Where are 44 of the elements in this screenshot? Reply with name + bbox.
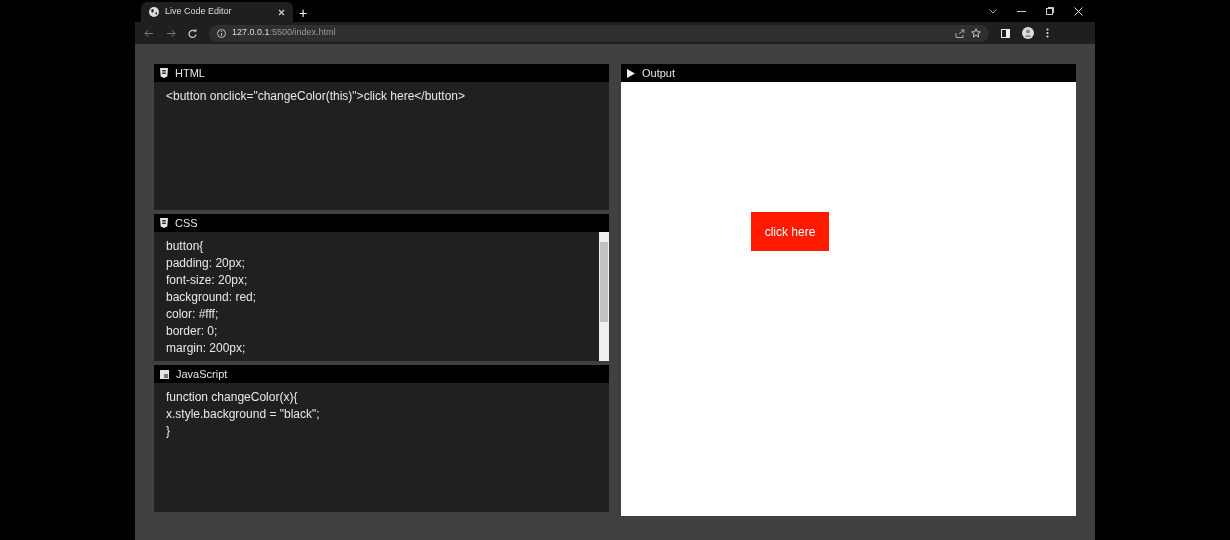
code-line: color: #fff;: [166, 306, 220, 323]
restore-icon[interactable]: [1046, 7, 1054, 15]
code-editor[interactable]: button{ padding: 20px; font-size: 20px; background: red; color: #fff; border: 0; margin: 200px;: [154, 232, 609, 361]
editor-title: HTML: [175, 65, 205, 81]
back-icon[interactable]: [144, 28, 154, 38]
code-line: font-size: 20px;: [166, 272, 249, 289]
preview-button[interactable]: click here: [751, 212, 829, 251]
editor-title: JavaScript: [176, 366, 228, 382]
shield-icon: [160, 218, 168, 228]
close-icon[interactable]: [278, 8, 285, 16]
code-line: button{: [166, 238, 205, 255]
forward-icon[interactable]: [166, 28, 176, 38]
tab-title: Live Code Editor: [165, 5, 233, 19]
code-editor[interactable]: function changeColor(x){ x.style.background = "black"; }: [154, 383, 609, 512]
js-file-icon: [160, 369, 169, 379]
chevron-down-icon[interactable]: [989, 8, 997, 14]
editor-title: CSS: [175, 215, 198, 231]
code-line: border: 0;: [166, 323, 219, 340]
share-icon[interactable]: [955, 28, 965, 38]
globe-icon: [149, 7, 159, 17]
code-line: }: [166, 423, 171, 440]
side-panel-icon[interactable]: [1001, 28, 1010, 38]
shield-icon: [160, 68, 168, 78]
reload-icon[interactable]: [188, 28, 197, 38]
minimize-icon[interactable]: [1017, 10, 1026, 12]
code-line: x.style.background = "black";: [166, 406, 321, 423]
address-bar[interactable]: 127.0.0.1:5500/index.html: [209, 24, 989, 42]
output-title: Output: [642, 65, 676, 81]
play-icon: [627, 68, 635, 78]
star-icon[interactable]: [971, 28, 981, 38]
code-line: <button onclick="changeColor(this)">click here</button>: [166, 88, 467, 105]
code-line: padding: 20px;: [166, 255, 246, 272]
close-icon[interactable]: [1074, 6, 1083, 16]
code-line: background: red;: [166, 289, 258, 306]
new-tab-button[interactable]: +: [299, 6, 308, 20]
menu-icon[interactable]: [1046, 28, 1049, 38]
code-line: function changeColor(x){: [166, 389, 299, 406]
url-text: 127.0.0.1:5500/index.html: [232, 26, 337, 40]
code-line: margin: 200px;: [166, 340, 247, 357]
browser-tab[interactable]: Live Code Editor: [141, 2, 293, 22]
code-editor[interactable]: <button onclick="changeColor(this)">click here</button>: [154, 82, 609, 210]
scrollbar[interactable]: [599, 232, 609, 361]
avatar-icon[interactable]: [1022, 27, 1034, 39]
info-icon: [217, 28, 226, 38]
